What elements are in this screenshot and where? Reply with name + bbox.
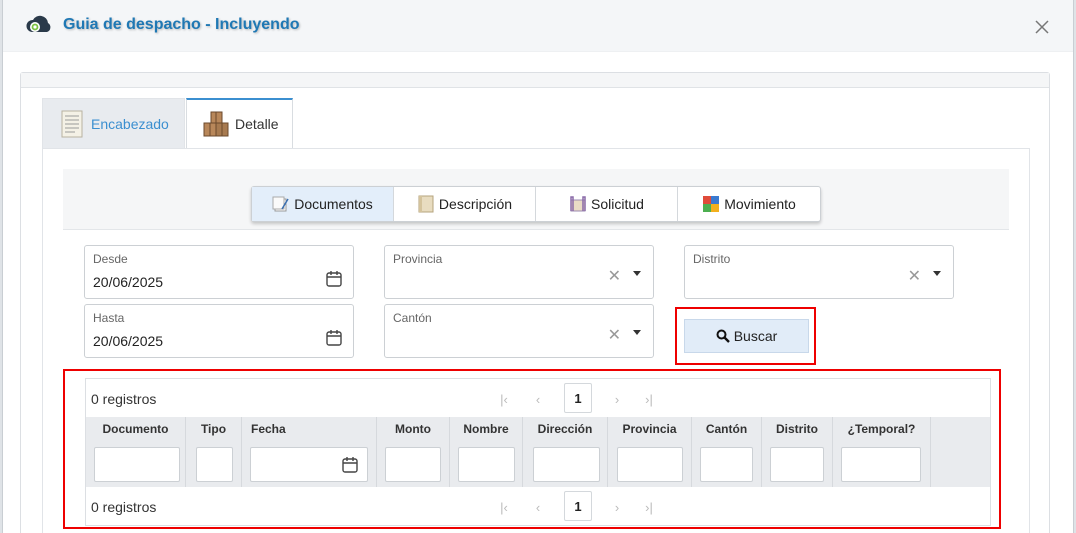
filter-nombre-input[interactable] [458, 447, 515, 482]
col-monto: Monto [377, 417, 450, 487]
movement-icon [703, 196, 720, 212]
tab-encabezado[interactable]: Encabezado [42, 98, 185, 148]
buscar-button[interactable]: Buscar [684, 319, 809, 353]
filter-fecha-input[interactable] [250, 447, 368, 482]
grid-highlight: 0 registros |‹ ‹ 1 › ›| Documento Tipo F… [63, 369, 1001, 529]
canton-label: Cantón [393, 311, 432, 325]
tab-encabezado-label: Encabezado [91, 115, 169, 132]
subtab-documentos-label: Documentos [294, 196, 373, 212]
prev-page-icon[interactable]: ‹ [525, 386, 551, 412]
next-page-icon[interactable]: › [604, 386, 630, 412]
provincia-select[interactable]: Provincia ✕ [384, 245, 654, 299]
subtab-bar: Documentos Descripción Solicitud Movimie… [63, 169, 1009, 230]
filter-direccion-input[interactable] [533, 447, 600, 482]
chevron-down-icon[interactable] [633, 271, 641, 276]
request-icon [570, 196, 586, 212]
prev-page-icon[interactable]: ‹ [525, 494, 551, 520]
filter-provincia-input[interactable] [617, 447, 683, 482]
results-grid: 0 registros |‹ ‹ 1 › ›| Documento Tipo F… [85, 378, 991, 526]
col-nombre-label[interactable]: Nombre [450, 422, 522, 436]
col-temporal-label[interactable]: ¿Temporal? [833, 422, 930, 436]
next-page-icon[interactable]: › [604, 494, 630, 520]
document-icon [61, 110, 83, 137]
filter-documento-input[interactable] [94, 447, 180, 482]
col-distrito-label[interactable]: Distrito [762, 422, 832, 436]
col-documento: Documento [86, 417, 186, 487]
distrito-select[interactable]: Distrito ✕ [684, 245, 954, 299]
col-provincia-label[interactable]: Provincia [608, 422, 691, 436]
filter-canton-input[interactable] [700, 447, 753, 482]
subtab-movimiento[interactable]: Movimiento [678, 187, 820, 221]
chevron-down-icon[interactable] [633, 330, 641, 335]
clear-icon[interactable]: ✕ [908, 266, 921, 286]
col-documento-label[interactable]: Documento [86, 422, 185, 436]
search-icon [716, 329, 730, 343]
record-count: 0 registros [91, 499, 157, 515]
col-tipo-label[interactable]: Tipo [186, 422, 241, 436]
col-direccion: Dirección [523, 417, 608, 487]
hasta-value: 20/06/2025 [93, 333, 164, 349]
hasta-label: Hasta [93, 311, 125, 325]
clear-icon[interactable]: ✕ [608, 325, 621, 345]
calendar-icon[interactable] [325, 270, 343, 288]
first-page-icon[interactable]: |‹ [491, 494, 517, 520]
calendar-icon[interactable] [341, 456, 359, 474]
provincia-label: Provincia [393, 252, 443, 266]
desde-value: 20/06/2025 [93, 274, 164, 290]
dialog-title: Guia de despacho - Incluyendo [63, 16, 300, 33]
subtab-group: Documentos Descripción Solicitud Movimie… [251, 186, 821, 222]
paper-icon [418, 195, 434, 213]
tab-detalle-label: Detalle [235, 116, 279, 132]
last-page-icon[interactable]: ›| [636, 386, 662, 412]
record-count: 0 registros [91, 391, 157, 407]
col-fecha: Fecha [242, 417, 377, 487]
desde-label: Desde [93, 252, 128, 266]
last-page-icon[interactable]: ›| [636, 494, 662, 520]
first-page-icon[interactable]: |‹ [491, 386, 517, 412]
col-nombre: Nombre [450, 417, 523, 487]
pager-top: 0 registros |‹ ‹ 1 › ›| [86, 379, 990, 417]
filter-monto-input[interactable] [385, 447, 441, 482]
cloud-logo-icon [26, 15, 51, 32]
filter-temporal-input[interactable] [841, 447, 921, 482]
canton-select[interactable]: Cantón ✕ [384, 304, 654, 358]
clear-icon[interactable]: ✕ [608, 266, 621, 286]
chevron-down-icon[interactable] [933, 271, 941, 276]
content-topbar [21, 73, 1049, 88]
col-temporal: ¿Temporal? [833, 417, 931, 487]
page-number[interactable]: 1 [564, 491, 592, 521]
col-tipo: Tipo [186, 417, 242, 487]
subtab-descripcion[interactable]: Descripción [394, 187, 536, 221]
calendar-icon[interactable] [325, 329, 343, 347]
col-distrito: Distrito [762, 417, 833, 487]
col-direccion-label[interactable]: Dirección [523, 422, 607, 436]
subtab-solicitud-label: Solicitud [591, 196, 644, 212]
main-tabs: Encabezado Detalle [42, 98, 293, 148]
subtab-documentos[interactable]: Documentos [252, 187, 394, 221]
buscar-highlight: Buscar [675, 307, 816, 365]
col-canton-label[interactable]: Cantón [692, 422, 761, 436]
filter-distrito-input[interactable] [770, 447, 824, 482]
subtab-solicitud[interactable]: Solicitud [536, 187, 678, 221]
subtab-movimiento-label: Movimiento [724, 196, 796, 212]
pager-bottom: 0 registros |‹ ‹ 1 › ›| [86, 487, 990, 525]
col-canton: Cantón [692, 417, 762, 487]
distrito-label: Distrito [693, 252, 731, 266]
col-monto-label[interactable]: Monto [377, 422, 449, 436]
close-icon[interactable] [1031, 16, 1053, 38]
subtab-descripcion-label: Descripción [438, 196, 513, 212]
documents-icon [272, 196, 289, 212]
col-provincia: Provincia [608, 417, 692, 487]
page-number[interactable]: 1 [564, 383, 592, 413]
filter-tipo-input[interactable] [196, 447, 233, 482]
dialog-titlebar: Guia de despacho - Incluyendo [3, 0, 1073, 52]
col-fecha-label[interactable]: Fecha [251, 422, 376, 436]
desde-field[interactable]: Desde 20/06/2025 [84, 245, 354, 299]
hasta-field[interactable]: Hasta 20/06/2025 [84, 304, 354, 358]
boxes-icon [203, 111, 229, 137]
tab-detalle[interactable]: Detalle [186, 98, 293, 148]
grid-header: Documento Tipo Fecha Monto Nombre Direcc… [86, 417, 990, 487]
buscar-label: Buscar [733, 328, 778, 344]
